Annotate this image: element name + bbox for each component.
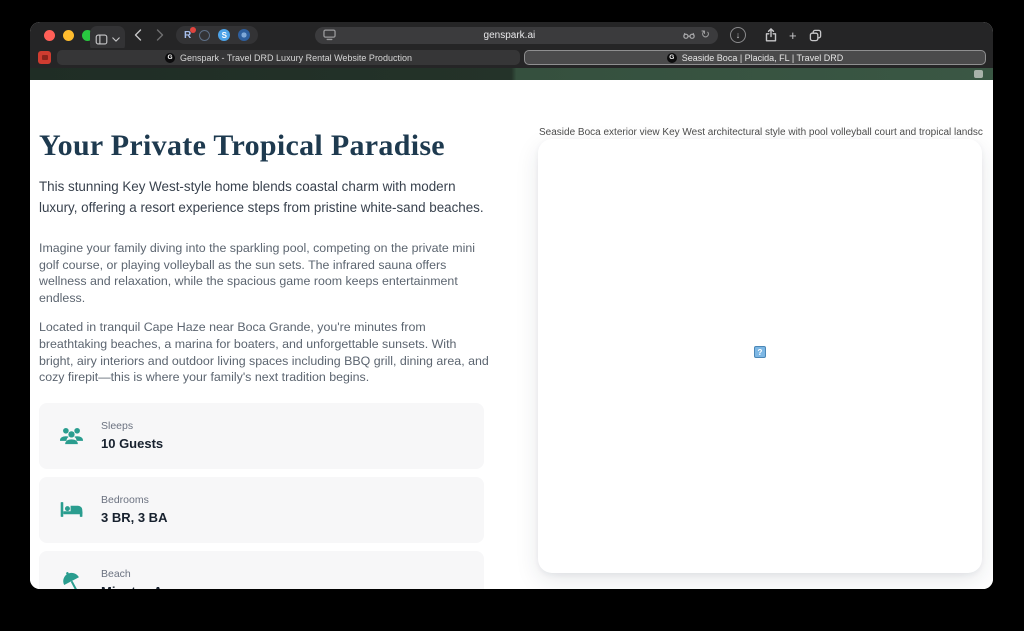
new-tab-button[interactable]: + (789, 28, 797, 43)
toolbar-right-cluster: + (765, 22, 822, 48)
glasses-icon[interactable] (683, 31, 695, 40)
minimize-window-button[interactable] (63, 30, 74, 41)
stat-value: 3 BR, 3 BA (101, 510, 167, 525)
users-icon (58, 422, 85, 449)
downloads-button[interactable]: ↓ (730, 27, 746, 43)
address-bar[interactable]: genspark.ai ↻ (315, 27, 718, 44)
pinned-tab[interactable] (38, 51, 51, 64)
browser-toolbar: R S genspark.ai ↻ ↓ (30, 22, 993, 48)
extension-s-button[interactable]: S (218, 29, 230, 41)
stat-label: Bedrooms (101, 494, 167, 506)
beach-umbrella-icon (58, 570, 85, 589)
stat-card-beach: Beach Minutes Away (39, 551, 484, 589)
download-arrow-icon: ↓ (736, 30, 741, 40)
broken-image-icon: ? (754, 346, 766, 358)
traffic-lights (44, 30, 93, 41)
extension-flower-button[interactable] (238, 29, 250, 41)
stat-card-text: Sleeps 10 Guests (101, 420, 163, 451)
tab-overview-icon[interactable] (809, 29, 822, 42)
chevron-left-icon (134, 29, 142, 41)
tab-bar: G Genspark - Travel DRD Luxury Rental We… (30, 48, 993, 68)
tab-title: Seaside Boca | Placida, FL | Travel DRD (682, 53, 843, 63)
share-icon[interactable] (765, 28, 777, 42)
page-content: Your Private Tropical Paradise This stun… (30, 80, 993, 589)
page-title: Your Private Tropical Paradise (39, 130, 493, 162)
tab-seaside-boca[interactable]: G Seaside Boca | Placida, FL | Travel DR… (524, 50, 986, 65)
stat-value: 10 Guests (101, 436, 163, 451)
property-image-placeholder: ? (538, 139, 982, 573)
genspark-favicon: G (667, 53, 677, 63)
genspark-favicon: G (165, 53, 175, 63)
stat-value: Minutes Away (101, 584, 187, 589)
body-paragraph: Imagine your family diving into the spar… (39, 240, 491, 306)
sidebar-icon (95, 33, 108, 46)
stat-label: Sleeps (101, 420, 163, 432)
extensions-group: R S (176, 26, 258, 44)
tab-title: Genspark - Travel DRD Luxury Rental Webs… (180, 53, 412, 63)
stat-card-text: Beach Minutes Away (101, 568, 187, 589)
browser-window: R S genspark.ai ↻ ↓ (30, 22, 993, 589)
chevron-right-icon (156, 29, 164, 41)
forward-button[interactable] (156, 22, 164, 48)
property-stat-cards: Sleeps 10 Guests (39, 403, 484, 589)
stat-card-bedrooms: Bedrooms 3 BR, 3 BA (39, 477, 484, 543)
description-column: Your Private Tropical Paradise This stun… (39, 130, 493, 589)
chevron-down-icon (112, 37, 120, 42)
hero-image-edge (30, 68, 993, 80)
extension-emblem-button[interactable] (199, 30, 210, 41)
lead-paragraph: This stunning Key West-style home blends… (39, 177, 491, 218)
body-paragraph: Located in tranquil Cape Haze near Boca … (39, 319, 491, 385)
url-text: genspark.ai (336, 30, 683, 41)
image-alt-text: Seaside Boca exterior view Key West arch… (539, 127, 983, 138)
extension-r-button[interactable]: R (184, 30, 191, 41)
page-scrollbar-thumb[interactable] (974, 70, 983, 78)
tab-genspark[interactable]: G Genspark - Travel DRD Luxury Rental We… (57, 50, 520, 65)
reload-button[interactable]: ↻ (701, 30, 710, 41)
pinned-tab-icon (42, 55, 48, 60)
stat-card-sleeps: Sleeps 10 Guests (39, 403, 484, 469)
notification-badge (190, 27, 196, 33)
back-button[interactable] (134, 22, 142, 48)
bed-icon (58, 496, 85, 523)
stat-label: Beach (101, 568, 187, 580)
extension-s-label: S (222, 31, 227, 40)
close-window-button[interactable] (44, 30, 55, 41)
page-window-icon (323, 29, 336, 41)
stat-card-text: Bedrooms 3 BR, 3 BA (101, 494, 167, 525)
